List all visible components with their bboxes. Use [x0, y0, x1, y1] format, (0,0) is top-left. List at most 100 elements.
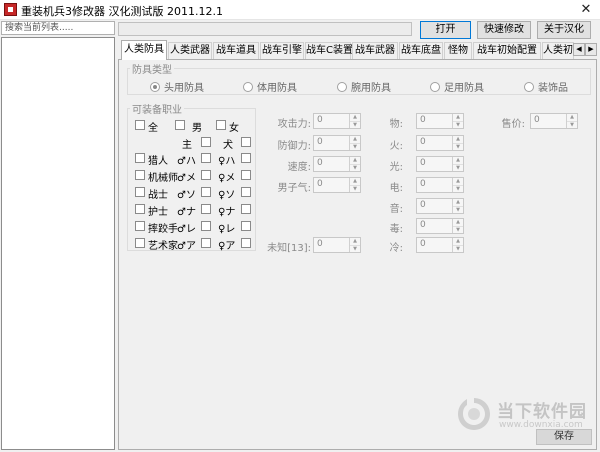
light-stepper[interactable]: 0 ▲ ▼: [416, 156, 464, 172]
spin-up-icon[interactable]: ▲: [453, 238, 463, 245]
checkbox-mechanic-female[interactable]: [241, 170, 251, 180]
checkbox-hunter[interactable]: [135, 153, 145, 163]
poison-stepper[interactable]: 0 ▲ ▼: [416, 218, 464, 234]
spin-down-icon[interactable]: ▼: [453, 245, 463, 252]
spin-down-icon[interactable]: ▼: [350, 121, 360, 128]
radio-head-armor[interactable]: 头用防具: [150, 79, 204, 94]
price-stepper[interactable]: 0 ▲ ▼: [530, 113, 578, 129]
search-input[interactable]: [1, 21, 115, 35]
spin-down-icon[interactable]: ▼: [453, 185, 463, 192]
attack-stepper[interactable]: 0 ▲ ▼: [313, 113, 361, 129]
radio-arm-armor[interactable]: 腕用防具: [337, 79, 391, 94]
about-button[interactable]: 关于汉化: [537, 21, 591, 39]
tab-tank-weapon[interactable]: 战车武器: [352, 42, 398, 59]
radio-circle-icon: [243, 81, 253, 92]
quick-edit-button[interactable]: 快速修改: [477, 21, 531, 39]
watermark-name: 当下软件园: [497, 402, 587, 422]
label-hunter: 猎人: [148, 156, 168, 167]
cold-stepper[interactable]: 0 ▲ ▼: [416, 237, 464, 253]
checkbox-artist[interactable]: [135, 238, 145, 248]
label-light: 光:: [389, 162, 403, 173]
defense-stepper[interactable]: 0 ▲ ▼: [313, 135, 361, 151]
checkbox-dog[interactable]: [241, 137, 251, 147]
speed-stepper[interactable]: 0 ▲ ▼: [313, 156, 361, 172]
radio-accessory[interactable]: 装饰品: [524, 79, 568, 94]
tab-scroll-right-icon[interactable]: ▶: [585, 43, 597, 56]
tab-tank-item[interactable]: 战车道具: [213, 42, 259, 59]
spin-down-icon[interactable]: ▼: [350, 164, 360, 171]
spin-down-icon[interactable]: ▼: [350, 143, 360, 150]
checkbox-nurse-male[interactable]: [201, 204, 211, 214]
spin-down-icon[interactable]: ▼: [453, 121, 463, 128]
tab-tank-engine[interactable]: 战车引擎: [260, 42, 304, 59]
tab-human-initial[interactable]: 人类初: [542, 42, 574, 59]
unknown13-stepper[interactable]: 0 ▲ ▼: [313, 237, 361, 253]
label-soldier: 战士: [148, 190, 168, 201]
spin-up-icon[interactable]: ▲: [350, 136, 360, 143]
checkbox-soldier-male[interactable]: [201, 187, 211, 197]
label-cold: 冷:: [389, 243, 403, 254]
label-poison: 毒:: [389, 224, 403, 235]
checkbox-soldier-female[interactable]: [241, 187, 251, 197]
spin-down-icon[interactable]: ▼: [350, 185, 360, 192]
spin-up-icon[interactable]: ▲: [350, 114, 360, 121]
spin-down-icon[interactable]: ▼: [350, 245, 360, 252]
checkbox-mechanic-male[interactable]: [201, 170, 211, 180]
checkbox-male[interactable]: [175, 120, 185, 130]
fire-stepper[interactable]: 0 ▲ ▼: [416, 135, 464, 151]
label-soldier-female: ♀ソ: [218, 190, 236, 201]
checkbox-hunter-female[interactable]: [241, 153, 251, 163]
spin-up-icon[interactable]: ▲: [453, 219, 463, 226]
label-male: 男: [192, 123, 202, 134]
manliness-stepper[interactable]: 0 ▲ ▼: [313, 177, 361, 193]
radio-body-armor[interactable]: 体用防具: [243, 79, 297, 94]
spin-up-icon[interactable]: ▲: [453, 178, 463, 185]
spin-up-icon[interactable]: ▲: [350, 157, 360, 164]
checkbox-female[interactable]: [216, 120, 226, 130]
tab-monster[interactable]: 怪物: [444, 42, 472, 59]
spin-up-icon[interactable]: ▲: [453, 114, 463, 121]
item-list[interactable]: [1, 37, 115, 450]
spin-up-icon[interactable]: ▲: [453, 199, 463, 206]
physical-stepper[interactable]: 0 ▲ ▼: [416, 113, 464, 129]
tab-tank-c-unit[interactable]: 战车C装置: [305, 42, 353, 59]
tab-human-weapon[interactable]: 人类武器: [168, 42, 212, 59]
radio-foot-armor[interactable]: 足用防具: [430, 79, 484, 94]
spin-up-icon[interactable]: ▲: [567, 114, 577, 121]
checkbox-nurse[interactable]: [135, 204, 145, 214]
checkbox-all[interactable]: [135, 120, 145, 130]
radio-circle-icon: [150, 81, 160, 92]
label-speed: 速度:: [287, 162, 311, 173]
spin-down-icon[interactable]: ▼: [453, 206, 463, 213]
sound-stepper[interactable]: 0 ▲ ▼: [416, 198, 464, 214]
spin-up-icon[interactable]: ▲: [350, 178, 360, 185]
spin-down-icon[interactable]: ▼: [453, 226, 463, 233]
checkbox-wrestler[interactable]: [135, 221, 145, 231]
spin-up-icon[interactable]: ▲: [350, 238, 360, 245]
spin-up-icon[interactable]: ▲: [453, 136, 463, 143]
checkbox-soldier[interactable]: [135, 187, 145, 197]
save-button[interactable]: 保存: [536, 429, 592, 445]
label-wrestler-male: ♂レ: [177, 224, 196, 235]
tab-human-armor[interactable]: 人类防具: [121, 40, 167, 60]
checkbox-mechanic[interactable]: [135, 170, 145, 180]
close-button[interactable]: ✕: [572, 0, 600, 20]
checkbox-master[interactable]: [201, 137, 211, 147]
spin-up-icon[interactable]: ▲: [453, 157, 463, 164]
checkbox-hunter-male[interactable]: [201, 153, 211, 163]
electric-stepper[interactable]: 0 ▲ ▼: [416, 177, 464, 193]
tab-tank-chassis[interactable]: 战车底盘: [399, 42, 443, 59]
open-button[interactable]: 打开: [420, 21, 471, 39]
spin-down-icon[interactable]: ▼: [453, 143, 463, 150]
label-artist-female: ♀ア: [218, 241, 236, 252]
tab-tank-initial-config[interactable]: 战车初始配置: [473, 42, 541, 59]
checkbox-wrestler-female[interactable]: [241, 221, 251, 231]
checkbox-nurse-female[interactable]: [241, 204, 251, 214]
checkbox-artist-male[interactable]: [201, 238, 211, 248]
tab-scroll-left-icon[interactable]: ◀: [573, 43, 585, 56]
checkbox-wrestler-male[interactable]: [201, 221, 211, 231]
spin-down-icon[interactable]: ▼: [567, 121, 577, 128]
equip-jobs-legend: 可装备职业: [132, 105, 182, 116]
spin-down-icon[interactable]: ▼: [453, 164, 463, 171]
label-mechanic-male: ♂メ: [177, 173, 196, 184]
